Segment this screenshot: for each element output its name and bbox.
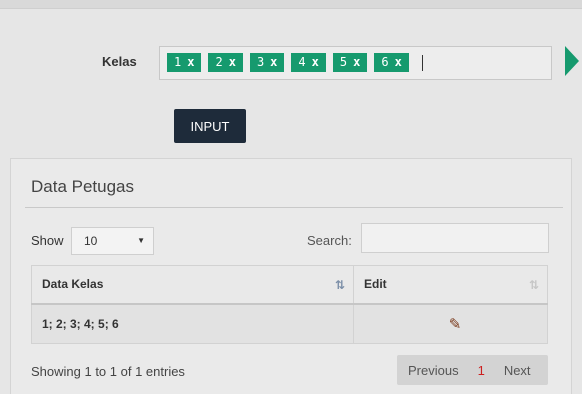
- pencil-icon[interactable]: ✎: [449, 315, 462, 333]
- column-label: Edit: [364, 277, 387, 292]
- tag-kelas-2: 2x: [208, 53, 243, 72]
- tag-kelas-1: 1x: [167, 53, 202, 72]
- divider: [25, 207, 563, 208]
- data-table: Data Kelas ⇅ Edit ⇅ 1; 2; 3; 4; 5; 6 ✎: [31, 265, 548, 344]
- tag-kelas-3: 3x: [249, 53, 285, 72]
- table-info: Showing 1 to 1 of 1 entries: [31, 364, 185, 379]
- tag-label: 2: [215, 55, 223, 69]
- next-button[interactable]: Next: [504, 363, 531, 378]
- page-1-button[interactable]: 1: [478, 363, 485, 378]
- panel-title: Data Petugas: [31, 177, 135, 196]
- show-label: Show: [31, 233, 64, 248]
- page-length-value: 10: [84, 234, 98, 248]
- tag-label: 4: [298, 55, 306, 69]
- table-row: 1; 2; 3; 4; 5; 6 ✎: [31, 303, 548, 344]
- tag-remove-x[interactable]: x: [395, 53, 402, 72]
- input-button[interactable]: INPUT: [174, 109, 246, 143]
- top-bar: [0, 0, 582, 9]
- dropdown-triangle-icon: ▼: [137, 236, 145, 245]
- table-header-row: Data Kelas ⇅ Edit ⇅: [31, 265, 548, 304]
- cell-data-kelas: 1; 2; 3; 4; 5; 6: [31, 303, 354, 344]
- tag-kelas-5: 5x: [332, 53, 368, 72]
- kelas-tag-input[interactable]: 1x 2x 3x 4x 5x 6x: [159, 46, 552, 80]
- column-header-data-kelas[interactable]: Data Kelas ⇅: [31, 265, 354, 304]
- search-label: Search:: [307, 233, 352, 248]
- tag-remove-x[interactable]: x: [187, 53, 194, 72]
- text-cursor: [421, 54, 423, 71]
- pagination: Previous 1 Next: [397, 355, 548, 385]
- tag-label: 6: [381, 55, 389, 69]
- cell-edit: ✎: [353, 303, 548, 344]
- column-header-edit[interactable]: Edit ⇅: [353, 265, 548, 304]
- previous-button[interactable]: Previous: [408, 363, 459, 378]
- kelas-label: Kelas: [102, 54, 137, 69]
- sort-ascending-icon: ⇅: [334, 278, 345, 292]
- tag-remove-x[interactable]: x: [353, 53, 360, 72]
- arrow-right-icon: [565, 46, 579, 76]
- tag-list: 1x 2x 3x 4x 5x 6x: [167, 53, 423, 72]
- tag-remove-x[interactable]: x: [270, 53, 277, 72]
- tag-remove-x[interactable]: x: [229, 53, 236, 72]
- page-length-select[interactable]: 10 ▼: [71, 227, 154, 255]
- data-panel: Data Petugas Show 10 ▼ Search: Data Kela…: [10, 158, 572, 394]
- column-label: Data Kelas: [42, 277, 104, 292]
- tag-label: 5: [339, 55, 348, 69]
- search-input[interactable]: [361, 223, 549, 253]
- tag-label: 3: [256, 55, 265, 69]
- tag-kelas-4: 4x: [291, 53, 326, 72]
- tag-remove-x[interactable]: x: [312, 53, 319, 72]
- tag-label: 1: [174, 55, 182, 69]
- sort-both-icon: ⇅: [528, 278, 539, 292]
- tag-kelas-6: 6x: [374, 53, 409, 72]
